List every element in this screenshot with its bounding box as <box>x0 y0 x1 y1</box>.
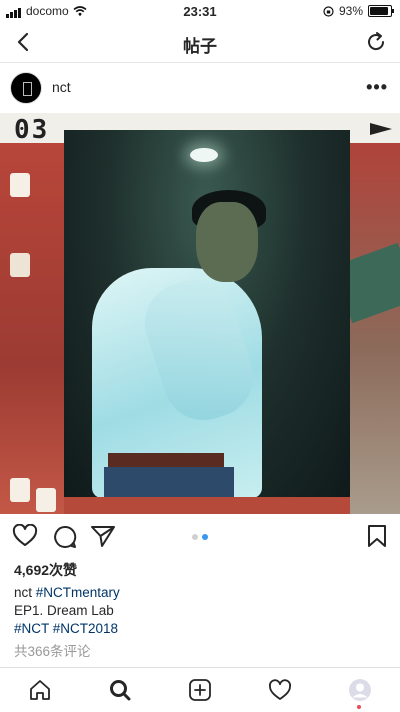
notification-dot <box>357 705 361 709</box>
carousel-dot-active <box>202 534 208 540</box>
avatar[interactable] <box>10 72 42 104</box>
tab-bar <box>0 667 400 712</box>
more-icon[interactable]: ••• <box>366 77 388 98</box>
caption-text: EP1. Dream Lab <box>14 603 114 618</box>
page-title: 帖子 <box>183 37 217 56</box>
nav-bar: 帖子 <box>0 22 400 63</box>
hashtag[interactable]: #NCTmentary <box>36 585 120 600</box>
post-caption: nct #NCTmentary EP1. Dream Lab #NCT #NCT… <box>14 584 384 638</box>
status-bar: docomo 23:31 93% <box>0 0 400 22</box>
carousel-indicator <box>192 534 208 540</box>
post-header: nct ••• <box>0 63 400 113</box>
search-icon[interactable] <box>108 678 132 702</box>
refresh-icon[interactable] <box>362 28 390 56</box>
view-comments-link[interactable]: 共366条评论 <box>14 640 91 660</box>
add-icon[interactable] <box>188 678 212 702</box>
post-actions <box>0 514 400 560</box>
post-image[interactable]: 03 <box>0 113 400 514</box>
film-background-right <box>331 143 400 514</box>
portrait-photo <box>64 130 350 497</box>
battery-icon <box>368 5 394 17</box>
post-username[interactable]: nct <box>52 79 71 95</box>
rotation-lock-icon <box>323 5 334 17</box>
comment-icon[interactable] <box>52 524 78 550</box>
carousel-dot <box>192 534 198 540</box>
bookmark-icon[interactable] <box>366 524 388 548</box>
heart-icon[interactable] <box>12 524 38 548</box>
hashtag[interactable]: #NCT <box>14 621 49 636</box>
home-icon[interactable] <box>28 678 52 702</box>
photo-number-label: 03 <box>14 115 50 145</box>
profile-icon[interactable] <box>348 678 372 702</box>
play-mark-icon <box>370 123 392 135</box>
activity-icon[interactable] <box>268 678 292 702</box>
like-count[interactable]: 4,692次赞 <box>14 560 77 580</box>
film-background-left <box>0 143 64 514</box>
hashtag[interactable]: #NCT2018 <box>53 621 118 636</box>
caption-username[interactable]: nct <box>14 585 32 600</box>
battery-percent: 93% <box>338 4 363 18</box>
share-icon[interactable] <box>90 524 116 548</box>
